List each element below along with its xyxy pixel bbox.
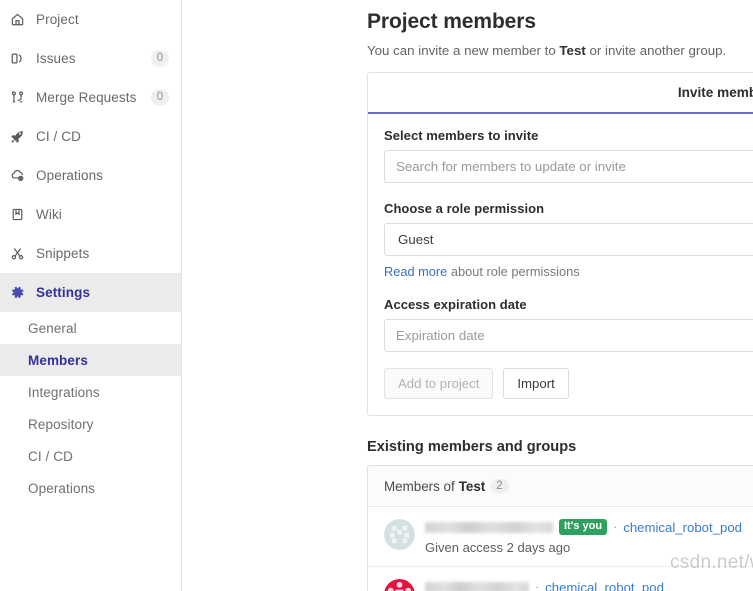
sidebar-subitem-members[interactable]: Members [0,344,181,376]
sidebar-item-ci-cd[interactable]: CI / CD [0,117,181,156]
sidebar-item-label: CI / CD [36,129,169,144]
member-username-link[interactable]: chemical_robot_pod [545,580,664,591]
members-list-header: Members of Test 2 [368,466,753,507]
subtitle-project-name: Test [559,43,585,58]
merge-request-icon [9,90,25,106]
sidebar-subitem-label: Integrations [28,385,100,400]
member-name-line: · chemical_robot_pod [425,578,753,591]
role-helper-text: Read more about role permissions [384,264,753,279]
subtitle-suffix: or invite another group. [586,43,726,58]
gear-icon [9,285,25,301]
page-subtitle: You can invite a new member to Test or i… [367,43,753,58]
merge-requests-count-badge: 0 [151,89,169,106]
member-info: It's you · chemical_robot_pod Given acce… [425,518,753,555]
sidebar-item-merge-requests[interactable]: Merge Requests 0 [0,78,181,117]
invite-card-body: Select members to invite Search for memb… [368,114,753,415]
select-members-input[interactable]: Search for members to update or invite [384,150,753,183]
sidebar-item-label: Project [36,12,169,27]
sidebar-item-label: Merge Requests [36,90,151,105]
cloud-gear-icon [9,168,25,184]
redacted-member-name [425,582,529,591]
sidebar-item-settings[interactable]: Settings [0,273,181,312]
book-icon [9,207,25,223]
sidebar-subitem-operations[interactable]: Operations [0,472,181,504]
sidebar-item-label: Issues [36,51,151,66]
issues-icon [9,51,25,67]
tab-invite-member[interactable]: Invite member [678,85,753,100]
members-count-badge: 2 [490,479,508,493]
page-title: Project members [367,10,753,34]
members-head-prefix: Members of [384,479,455,494]
home-icon [9,12,25,28]
sidebar-item-issues[interactable]: Issues 0 [0,39,181,78]
member-access-text: Given access 2 days ago [425,540,753,555]
sidebar-item-operations[interactable]: Operations [0,156,181,195]
invite-card-tabs: Invite member [368,73,753,114]
main-content: Project members You can invite a new mem… [182,0,753,591]
avatar [384,519,415,550]
status-badge: It's you [559,519,607,535]
sidebar-subitem-ci-cd[interactable]: CI / CD [0,440,181,472]
sidebar-subitem-label: CI / CD [28,449,73,464]
redacted-member-name [425,522,553,533]
sidebar-subitem-integrations[interactable]: Integrations [0,376,181,408]
sidebar: Project Issues 0 Merge Requests 0 [0,0,182,591]
avatar [384,579,415,591]
sidebar-item-project[interactable]: Project [0,0,181,39]
member-info: · chemical_robot_pod Given access 2 days… [425,578,753,591]
sidebar-subitem-repository[interactable]: Repository [0,408,181,440]
invite-actions: Add to project Import [384,368,753,399]
import-button[interactable]: Import [503,368,568,399]
existing-members-title: Existing members and groups [367,439,753,455]
invite-member-card: Invite member Select members to invite S… [367,72,753,416]
role-permission-value: Guest [398,232,433,247]
role-permission-select[interactable]: Guest [384,223,753,256]
issues-count-badge: 0 [151,50,169,67]
sidebar-item-label: Snippets [36,246,169,261]
gitlab-project-members-page: Project Issues 0 Merge Requests 0 [0,0,753,591]
separator-dot: · [535,580,539,591]
scissors-icon [9,246,25,262]
sidebar-subitem-label: Members [28,353,88,368]
rocket-icon [9,129,25,145]
sidebar-subitem-label: Operations [28,481,95,496]
select-members-placeholder: Search for members to update or invite [396,159,626,174]
member-name-line: It's you · chemical_robot_pod [425,518,753,536]
table-row[interactable]: It's you · chemical_robot_pod Given acce… [368,507,753,567]
members-list-card: Members of Test 2 [367,465,753,591]
helper-suffix: about role permissions [447,264,579,279]
sidebar-subitem-label: Repository [28,417,94,432]
role-permission-label: Choose a role permission [384,201,753,216]
expiration-date-label: Access expiration date [384,297,753,312]
subtitle-prefix: You can invite a new member to [367,43,559,58]
read-more-link[interactable]: Read more [384,264,447,279]
sidebar-subitem-label: General [28,321,77,336]
separator-dot: · [613,520,617,534]
select-members-label: Select members to invite [384,128,753,143]
sidebar-item-snippets[interactable]: Snippets [0,234,181,273]
sidebar-item-wiki[interactable]: Wiki [0,195,181,234]
members-head-project: Test [459,479,486,494]
sidebar-item-label: Wiki [36,207,169,222]
table-row[interactable]: · chemical_robot_pod Given access 2 days… [368,567,753,591]
expiration-date-input[interactable]: Expiration date [384,319,753,352]
sidebar-item-label: Operations [36,168,169,183]
add-to-project-button[interactable]: Add to project [384,368,493,399]
sidebar-item-label: Settings [36,285,169,300]
sidebar-subitem-general[interactable]: General [0,312,181,344]
expiration-date-placeholder: Expiration date [396,328,485,343]
member-username-link[interactable]: chemical_robot_pod [623,520,742,535]
